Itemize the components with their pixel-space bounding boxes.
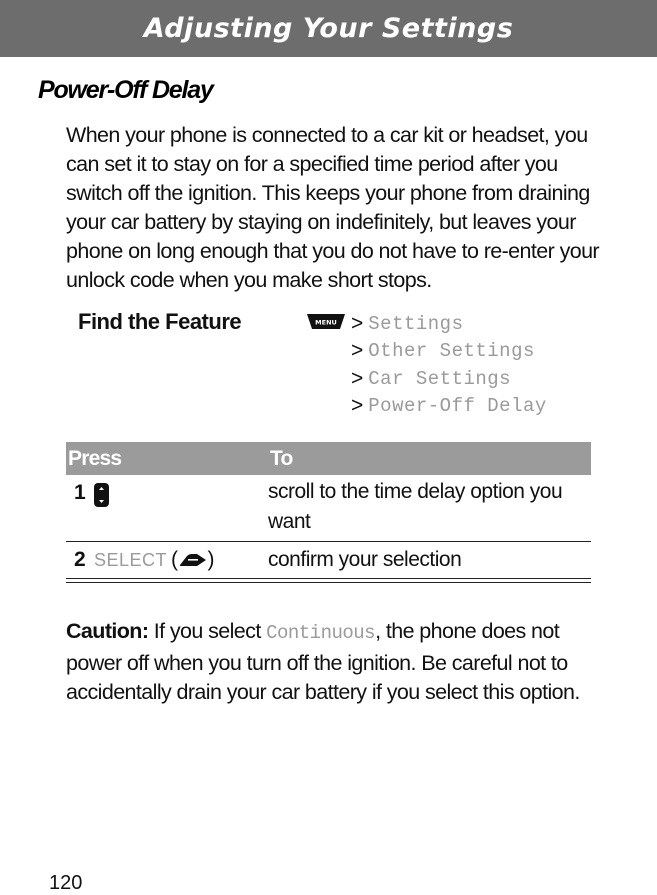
menu-key-text: MENU	[315, 319, 337, 327]
menu-path-step: > Settings	[351, 310, 547, 338]
menu-path: > Settings > Other Settings > Car Settin…	[351, 310, 547, 420]
step-number: 1	[74, 481, 86, 504]
table-end-rule	[66, 582, 591, 583]
caution-label: Caution:	[66, 619, 149, 643]
path-separator: >	[351, 311, 364, 335]
find-the-feature-label: Find the Feature	[78, 309, 242, 334]
path-item-car-settings: Car Settings	[368, 367, 512, 390]
table-row: 1 scroll to the time delay option you wa…	[66, 475, 591, 542]
chapter-header: Adjusting Your Settings	[0, 0, 657, 57]
path-separator: >	[351, 339, 364, 363]
caution-option-continuous: Continuous	[266, 622, 376, 644]
path-item-power-off-delay: Power-Off Delay	[368, 395, 547, 418]
table-header: Press To	[66, 442, 591, 475]
path-item-settings: Settings	[368, 312, 464, 335]
menu-path-step: > Car Settings	[351, 365, 547, 393]
press-cell: 2 SELECT ()	[66, 548, 268, 572]
column-header-press: Press	[68, 446, 122, 470]
menu-key-icon: MENU	[307, 314, 345, 329]
section-title: Power-Off Delay	[38, 76, 214, 104]
to-cell: confirm your selection	[268, 548, 462, 571]
to-cell: scroll to the time delay option you want	[268, 480, 563, 533]
press-cell: 1	[66, 481, 268, 541]
press-icon-wrapper: ()	[171, 548, 215, 571]
caution-note: Caution: If you select Continuous, the p…	[66, 617, 606, 708]
scroll-nav-key-icon	[94, 483, 109, 507]
select-key-label: SELECT	[94, 549, 168, 570]
column-header-to: To	[270, 446, 293, 470]
caution-text-before: If you select	[148, 619, 267, 643]
path-separator: >	[351, 366, 364, 390]
chapter-title: Adjusting Your Settings	[143, 13, 514, 44]
path-item-other-settings: Other Settings	[368, 340, 535, 363]
intro-paragraph: When your phone is connected to a car ki…	[66, 123, 600, 292]
select-soft-key-icon	[179, 554, 206, 567]
page-number: 120	[49, 872, 83, 894]
path-separator: >	[351, 394, 364, 418]
menu-path-step: > Other Settings	[351, 338, 547, 366]
menu-path-step: > Power-Off Delay	[351, 393, 547, 421]
table-row: 2 SELECT () confirm your selection	[66, 542, 591, 579]
step-number: 2	[74, 548, 86, 571]
instruction-table: Press To 1 scroll to the time delay opti…	[66, 442, 591, 583]
